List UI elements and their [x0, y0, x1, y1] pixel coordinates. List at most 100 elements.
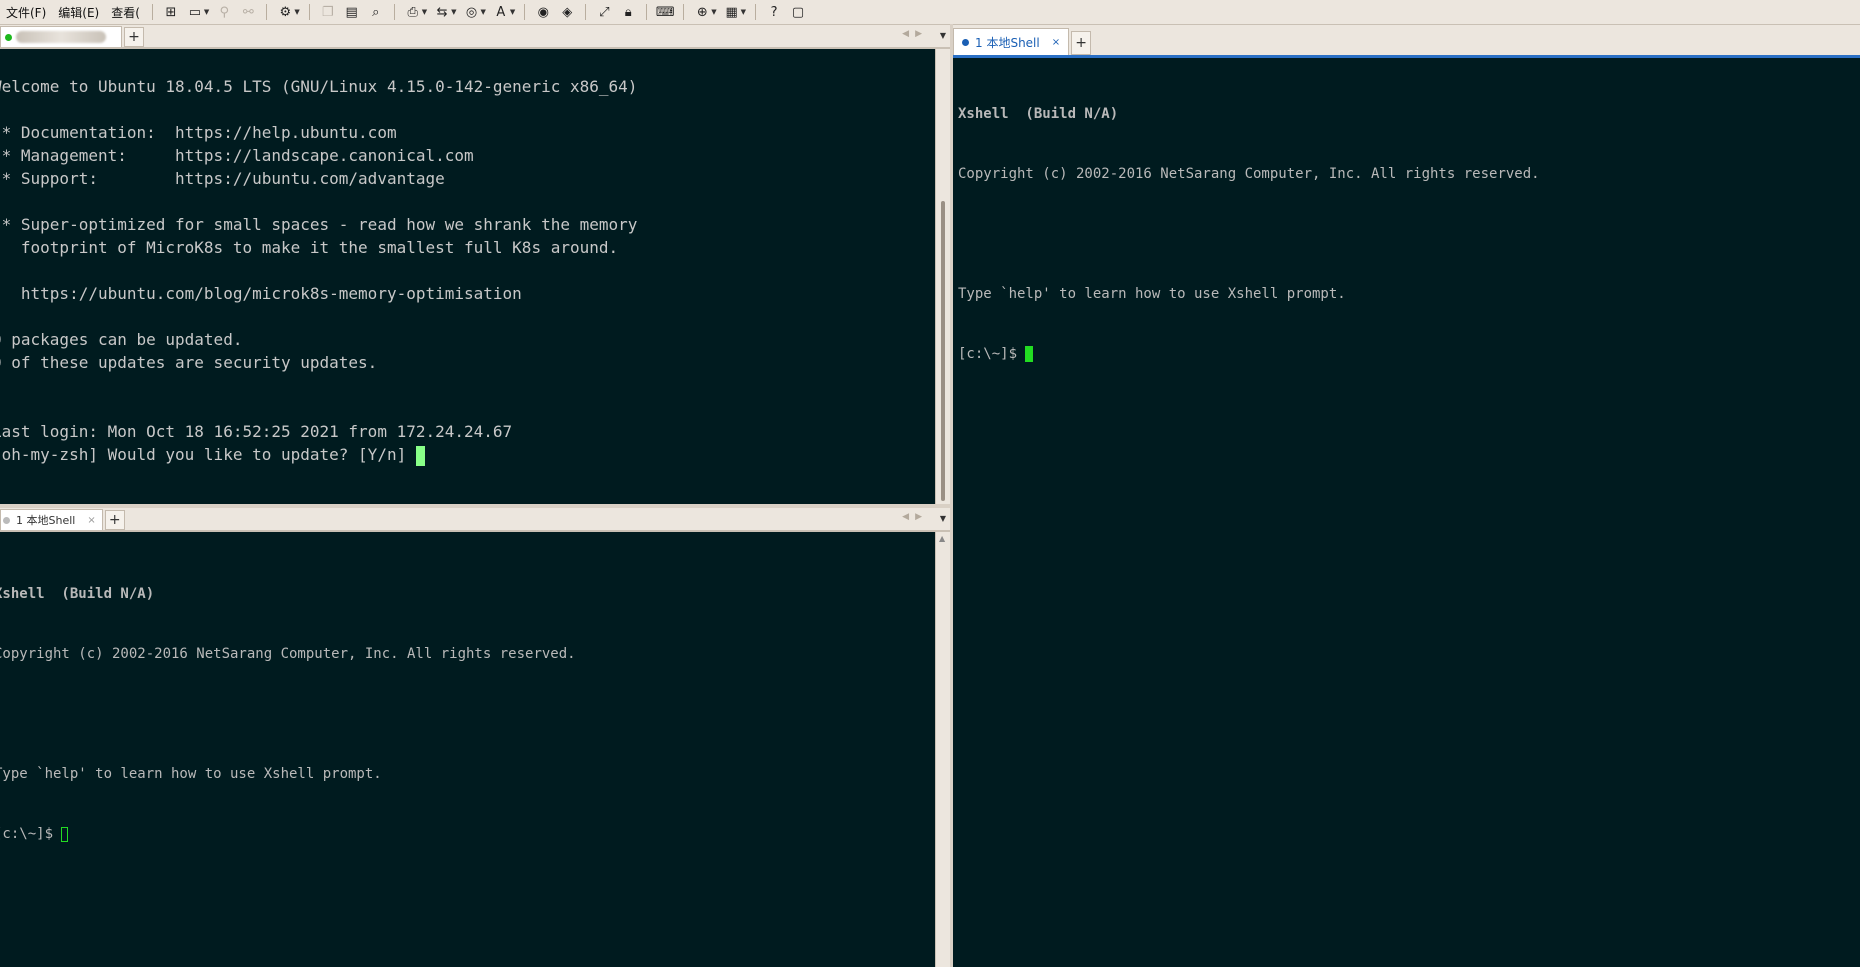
toolbar-separator — [683, 4, 685, 20]
pane-top-left: + ◀▶ ▼ Welcome to Ubuntu 18.04.5 LTS (GN… — [0, 25, 950, 504]
font-icon[interactable]: A — [491, 2, 511, 22]
globe-dropdown-icon[interactable]: ▼ — [480, 8, 485, 16]
tab-remote-session[interactable] — [0, 26, 122, 47]
toolbar-separator — [755, 4, 757, 20]
scrollbar-top-left[interactable] — [935, 49, 950, 504]
copyright-line: Copyright (c) 2002-2016 NetSarang Comput… — [0, 646, 576, 662]
output-line: * Management: https://landscape.canonica… — [0, 146, 474, 165]
menu-view[interactable]: 查看( — [105, 4, 146, 21]
output-line: 0 packages can be updated. — [0, 330, 243, 349]
prompt-line: [oh-my-zsh] Would you like to update? [Y… — [0, 445, 416, 464]
toolbar-separator — [585, 4, 587, 20]
add-tab-button[interactable]: + — [124, 27, 144, 47]
toolbar-separator — [393, 4, 395, 20]
tab-local-shell[interactable]: 1 本地Shell × — [0, 509, 103, 530]
output-line: footprint of MicroK8s to make it the sma… — [0, 238, 619, 257]
tab-list-dropdown-icon[interactable]: ▼ — [940, 514, 946, 523]
output-line: Welcome to Ubuntu 18.04.5 LTS (GNU/Linux… — [0, 77, 638, 96]
terminal-cursor — [415, 445, 425, 466]
output-line: Last login: Mon Oct 18 16:52:25 2021 fro… — [0, 422, 513, 441]
lock-icon[interactable]: 🔒︎ — [618, 2, 638, 22]
prompt-row: [c:\~]$ — [958, 344, 1540, 364]
prompt-line: [c:\~]$ — [0, 826, 62, 842]
menu-toolbar: 文件(F) 编辑(E) 查看( ⊞ ▭ ▼ ⚲ ⚯ ⚙ ▼ ❐ ▤ ⌕ ⎙ ▼ ⇆ ▼ … — [0, 0, 1860, 25]
settings-icon[interactable]: ⚙ — [275, 2, 295, 22]
output-line: * Documentation: https://help.ubuntu.com — [0, 123, 397, 142]
pane-right: 1 本地Shell × + Xshell (Build N/A) Copyrig… — [953, 25, 1860, 967]
find-icon[interactable]: ⌕ — [366, 2, 386, 22]
font-dropdown-icon[interactable]: ▼ — [510, 8, 515, 16]
layout-dropdown-icon[interactable]: ▼ — [741, 8, 746, 16]
print-dropdown-icon[interactable]: ▼ — [422, 8, 427, 16]
settings-dropdown-icon[interactable]: ▼ — [294, 8, 299, 16]
copyright-line: Copyright (c) 2002-2016 NetSarang Comput… — [958, 166, 1540, 182]
help-line: Type `help' to learn how to use Xshell p… — [0, 766, 382, 782]
terminal-bottom-left[interactable]: Xshell (Build N/A) Copyright (c) 2002-20… — [0, 532, 950, 967]
globe-icon[interactable]: ◎ — [461, 2, 481, 22]
terminal-output: Xshell (Build N/A) Copyright (c) 2002-20… — [958, 64, 1540, 404]
terminal-output: Xshell (Build N/A) Copyright (c) 2002-20… — [0, 544, 576, 884]
keyboard-icon[interactable]: ⌨ — [655, 2, 675, 22]
connect-icon[interactable]: ⚲ — [214, 2, 234, 22]
toolbar-separator — [266, 4, 268, 20]
terminal-output: Welcome to Ubuntu 18.04.5 LTS (GNU/Linux… — [0, 49, 637, 466]
transfer-icon[interactable]: ⇆ — [432, 2, 452, 22]
scroll-thumb[interactable] — [941, 201, 945, 501]
compose-dropdown-icon[interactable]: ▼ — [711, 8, 716, 16]
tab-local-shell-right[interactable]: 1 本地Shell × — [953, 28, 1070, 55]
close-tab-icon[interactable]: × — [1052, 37, 1060, 48]
close-tab-icon[interactable]: × — [87, 515, 95, 526]
terminal-top-left[interactable]: Welcome to Ubuntu 18.04.5 LTS (GNU/Linux… — [0, 49, 950, 504]
tab-label: 1 本地Shell — [16, 514, 76, 527]
toolbar-separator — [524, 4, 526, 20]
tab-list-dropdown-icon[interactable]: ▼ — [940, 31, 946, 40]
toolbar-separator — [646, 4, 648, 20]
tab-label-blurred — [16, 31, 106, 43]
connected-dot-icon — [5, 33, 12, 41]
toolbar-separator — [308, 4, 310, 20]
session-dot-icon — [3, 516, 10, 524]
tabbar-right: 1 本地Shell × + — [953, 25, 1860, 58]
pane-bottom-left: 1 本地Shell × + ◀▶ ▼ Xshell (Build N/A) Co… — [0, 508, 950, 967]
tab-scroll-arrows[interactable]: ◀▶ — [902, 29, 928, 39]
transfer-dropdown-icon[interactable]: ▼ — [451, 8, 456, 16]
terminal-cursor — [1025, 346, 1034, 362]
menu-file[interactable]: 文件(F) — [0, 4, 52, 21]
output-line: https://ubuntu.com/blog/microk8s-memory-… — [0, 284, 522, 303]
layout-icon[interactable]: ▦ — [722, 2, 742, 22]
add-tab-button[interactable]: + — [1071, 31, 1092, 55]
fullscreen-icon[interactable]: ⤢ — [594, 2, 614, 22]
add-tab-button[interactable]: + — [104, 510, 125, 530]
tabbar-top-left: + ◀▶ ▼ — [0, 25, 950, 49]
output-line: 0 of these updates are security updates. — [0, 353, 378, 372]
tab-scroll-arrows[interactable]: ◀▶ — [902, 512, 928, 522]
chat-icon[interactable]: ▢ — [788, 2, 808, 22]
menu-edit[interactable]: 编辑(E) — [52, 4, 105, 21]
output-line: * Support: https://ubuntu.com/advantage — [0, 169, 445, 188]
prompt-line: [c:\~]$ — [958, 346, 1026, 362]
toolbar-separator — [151, 4, 153, 20]
help-icon[interactable]: ? — [764, 2, 784, 22]
terminal-cursor — [61, 826, 69, 842]
terminal-right[interactable]: Xshell (Build N/A) Copyright (c) 2002-20… — [953, 58, 1860, 967]
help-line: Type `help' to learn how to use Xshell p… — [958, 286, 1346, 302]
xftp-icon[interactable]: ◉ — [533, 2, 553, 22]
scroll-up-arrow-icon[interactable]: ▲ — [939, 534, 945, 543]
open-dropdown-icon[interactable]: ▼ — [204, 8, 209, 16]
session-dot-icon — [962, 38, 969, 46]
xshell-title-line: Xshell (Build N/A) — [0, 586, 155, 602]
print-icon[interactable]: ⎙ — [403, 2, 423, 22]
xagent-icon[interactable]: ◈ — [557, 2, 577, 22]
xshell-title-line: Xshell (Build N/A) — [958, 106, 1119, 122]
disconnect-icon[interactable]: ⚯ — [238, 2, 258, 22]
compose-icon[interactable]: ⊕ — [692, 2, 712, 22]
copy-icon[interactable]: ❐ — [318, 2, 338, 22]
prompt-row: [c:\~]$ — [0, 824, 576, 844]
paste-icon[interactable]: ▤ — [342, 2, 362, 22]
output-line: * Super-optimized for small spaces - rea… — [0, 215, 638, 234]
scrollbar-bottom-left[interactable]: ▲ — [935, 532, 950, 967]
open-folder-icon[interactable]: ▭ — [185, 2, 205, 22]
new-session-icon[interactable]: ⊞ — [161, 2, 181, 22]
